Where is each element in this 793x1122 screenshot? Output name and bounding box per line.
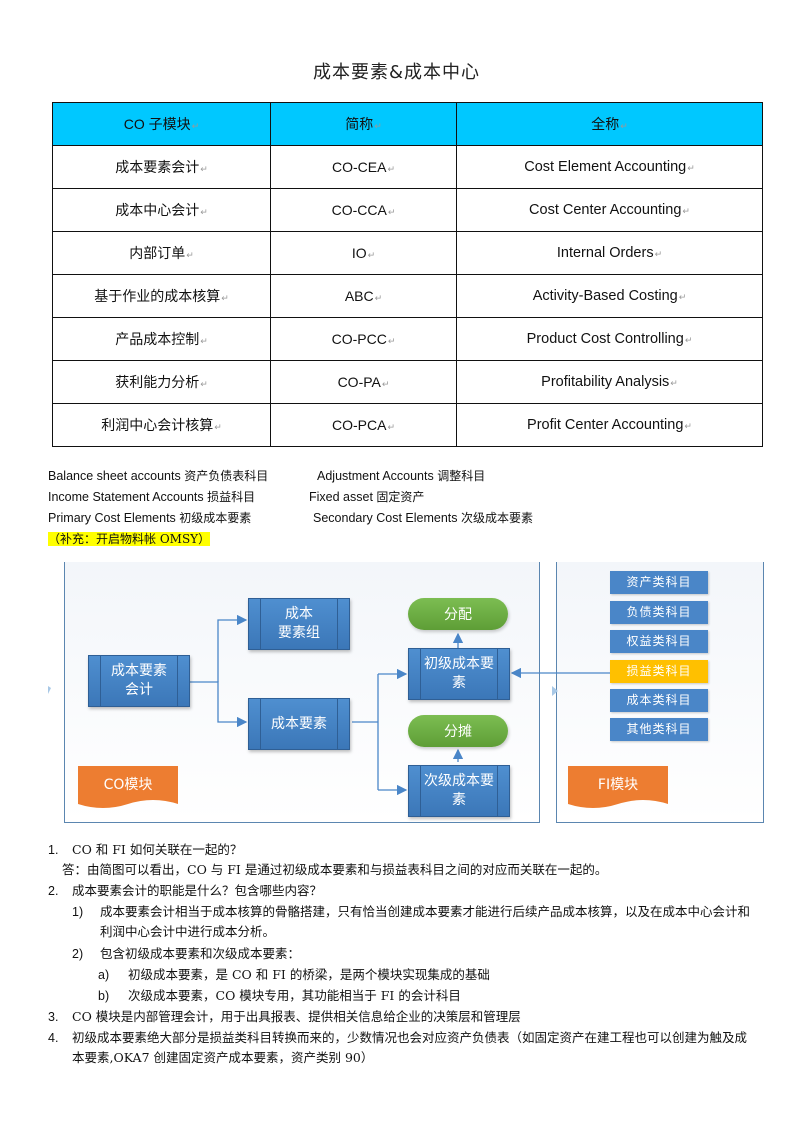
glossary-line-2: Income Statement Accounts 损益科目 (48, 488, 255, 505)
supplement-note: （补充：开启物料帐 OMSY） (48, 530, 211, 547)
glossary-term-en: Income Statement Accounts (48, 490, 204, 504)
cell-submodule: 产品成本控制↵ (52, 317, 271, 361)
cell-fullname: Internal Orders↵ (456, 231, 763, 275)
table-row: 成本中心会计↵ CO-CCA↵ Cost Center Accounting↵ (52, 188, 763, 232)
qa-item-2-2-b: b) 次级成本要素，CO 模块专用，其功能相当于 FI 的会计科目 (98, 988, 461, 1003)
table-row: 内部订单↵ IO↵ Internal Orders↵ (52, 231, 763, 275)
co-fi-diagram: 成本要素会计 成本 要素组 成本要素 初级成本要素 次级成本要素 分配 分摊 资产… (48, 562, 778, 827)
table-row: 获利能力分析↵ CO-PA↵ Profitability Analysis↵ (52, 360, 763, 404)
node-assessment: 分摊 (408, 715, 508, 747)
cell-submodule: 获利能力分析↵ (52, 360, 271, 404)
glossary-term-en: Balance sheet accounts (48, 469, 181, 483)
cell-submodule: 成本中心会计↵ (52, 188, 271, 232)
qa-item-4: 4. 初级成本要素绝大部分是损益类科目转换而来的，少数情况也会对应资产负债表（如固… (48, 1030, 748, 1065)
arrow-to-element (182, 681, 248, 728)
fi-item-other: 其他类科目 (610, 718, 708, 741)
node-cost-element-accounting: 成本要素会计 (88, 655, 190, 707)
glossary-term-en: Secondary Cost Elements (313, 511, 458, 525)
cell-fullname: Profitability Analysis↵ (456, 360, 763, 404)
fi-item-profit-loss: 损益类科目 (610, 660, 708, 683)
cell-fullname: Product Cost Controlling↵ (456, 317, 763, 361)
fi-item-cost: 成本类科目 (610, 689, 708, 712)
table-row: 基于作业的成本核算↵ ABC↵ Activity-Based Costing↵ (52, 274, 763, 318)
table-row: 产品成本控制↵ CO-PCC↵ Product Cost Controlling… (52, 317, 763, 361)
qa-item-2: 2. 成本要素会计的职能是什么？包含哪些内容？ (48, 883, 323, 898)
header-submodule: CO 子模块↵ (52, 102, 271, 146)
cell-abbr: CO-PCA↵ (270, 403, 457, 447)
glossary-line-2b: Fixed asset 固定资产 (309, 488, 424, 505)
cell-fullname: Profit Center Accounting↵ (456, 403, 763, 447)
qa-item-2-2: 2) 包含初级成本要素和次级成本要素： (72, 946, 301, 961)
glossary-term-cn: 固定资产 (376, 490, 425, 504)
fi-item-liabilities: 负债类科目 (610, 601, 708, 624)
document-title: 成本要素&成本中心 (312, 62, 481, 83)
qa-item-2-1: 1) 成本要素会计相当于成本核算的骨骼搭建，只有恰当创建成本要素才能进行后续产品成… (72, 904, 751, 939)
glossary-term-en: Fixed asset (309, 490, 373, 504)
co-submodule-table: CO 子模块↵ 简称↵ 全称↵ 成本要素会计↵ CO-CEA↵ Cost Ele… (52, 102, 763, 447)
table-row: 成本要素会计↵ CO-CEA↵ Cost Element Accounting↵ (52, 145, 763, 189)
fi-item-assets: 资产类科目 (610, 571, 708, 594)
cell-abbr: CO-PA↵ (270, 360, 457, 404)
node-allocation: 分配 (408, 598, 508, 630)
node-cost-element-group: 成本 要素组 (248, 598, 350, 650)
cell-submodule: 利润中心会计核算↵ (52, 403, 271, 447)
table-header-row: CO 子模块↵ 简称↵ 全称↵ (52, 102, 763, 146)
cell-submodule: 内部订单↵ (52, 231, 271, 275)
glossary-line-1: Balance sheet accounts 资产负债表科目 (48, 467, 268, 484)
node-cost-element: 成本要素 (248, 698, 350, 750)
header-abbr: 简称↵ (270, 102, 457, 146)
node-primary-cost-element: 初级成本要素 (408, 648, 510, 700)
qa-item-2-2-a: a) 初级成本要素，是 CO 和 FI 的桥梁，是两个模块实现集成的基础 (98, 967, 490, 982)
cell-abbr: CO-CEA↵ (270, 145, 457, 189)
qa-item-3: 3. CO 模块是内部管理会计，用于出具报表、提供相关信息给企业的决策层和管理层 (48, 1009, 521, 1024)
cell-submodule: 成本要素会计↵ (52, 145, 271, 189)
arrow-to-element-group (217, 614, 248, 682)
glossary-term-cn: 初级成本要素 (179, 511, 252, 525)
cell-abbr: CO-CCA↵ (270, 188, 457, 232)
glossary-line-3b: Secondary Cost Elements 次级成本要素 (313, 509, 533, 526)
table-row: 利润中心会计核算↵ CO-PCA↵ Profit Center Accounti… (52, 403, 763, 447)
node-secondary-cost-element: 次级成本要素 (408, 765, 510, 817)
glossary-term-en: Primary Cost Elements (48, 511, 176, 525)
cell-abbr: IO↵ (270, 231, 457, 275)
glossary-term-cn: 调整科目 (437, 469, 486, 483)
header-fullname: 全称↵ (456, 102, 763, 146)
glossary-term-cn: 损益科目 (207, 490, 256, 504)
glossary-line-3: Primary Cost Elements 初级成本要素 (48, 509, 251, 526)
qa-item-1: 1. CO 和 FI 如何关联在一起的？ (48, 842, 243, 857)
glossary-line-1b: Adjustment Accounts 调整科目 (317, 467, 485, 484)
cell-fullname: Activity-Based Costing↵ (456, 274, 763, 318)
glossary-term-en: Adjustment Accounts (317, 469, 434, 483)
cell-abbr: CO-PCC↵ (270, 317, 457, 361)
cell-fullname: Cost Element Accounting↵ (456, 145, 763, 189)
cell-abbr: ABC↵ (270, 274, 457, 318)
co-module-tag: CO模块 (78, 766, 178, 810)
fi-item-equity: 权益类科目 (610, 630, 708, 653)
fi-module-tag: FI模块 (568, 766, 668, 810)
highlighted-note: （补充：开启物料帐 OMSY） (48, 532, 211, 546)
glossary-term-cn: 资产负债表科目 (184, 469, 269, 483)
qa-answer-1: 答：由简图可以看出，CO 与 FI 是通过初级成本要素和与损益表科目之间的对应而… (62, 862, 608, 877)
glossary-term-cn: 次级成本要素 (461, 511, 534, 525)
cell-submodule: 基于作业的成本核算↵ (52, 274, 271, 318)
cell-fullname: Cost Center Accounting↵ (456, 188, 763, 232)
